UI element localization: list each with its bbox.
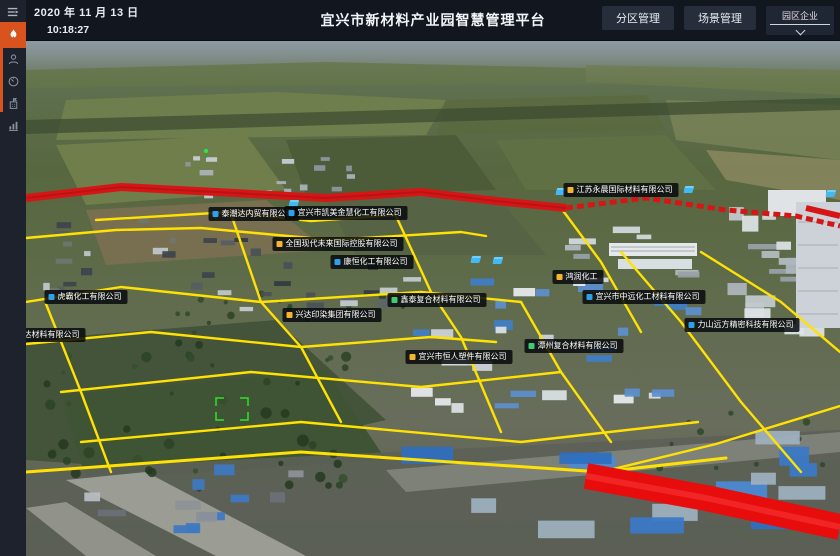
company-label-text: 虎霸化工有限公司 xyxy=(58,293,122,301)
vehicle-marker-icon[interactable] xyxy=(825,192,835,197)
company-label[interactable]: 江苏永晨国际材料有限公司 xyxy=(564,183,679,197)
hamburger-menu-icon xyxy=(6,6,20,18)
company-label-text: 潭州复合材料有限公司 xyxy=(538,342,618,350)
vehicle-marker-icon[interactable] xyxy=(470,258,480,263)
datetime-block: 2020 年 11 月 13 日 10:18:27 xyxy=(34,4,139,36)
gauge-icon xyxy=(7,75,20,88)
company-label-text: 鸿润化工 xyxy=(566,273,598,281)
company-pin-icon xyxy=(689,322,695,328)
company-label[interactable]: 虎霸化工有限公司 xyxy=(45,290,128,304)
company-pin-icon xyxy=(392,297,398,303)
company-label[interactable]: 潭州复合材料有限公司 xyxy=(525,339,624,353)
company-pin-icon xyxy=(587,294,593,300)
company-label-text: 宜兴市中远化工材料有限公司 xyxy=(596,293,700,301)
company-label[interactable]: 市凯顺达材料有限公司 xyxy=(26,328,86,342)
company-label[interactable]: 兴达印染集团有限公司 xyxy=(283,308,382,322)
company-label-text: 兴达印染集团有限公司 xyxy=(296,311,376,319)
sidebar-item-user[interactable] xyxy=(0,48,26,70)
company-label[interactable]: 全国现代未来国际控股有限公司 xyxy=(273,237,404,251)
company-pin-icon xyxy=(529,343,535,349)
sidebar-item-statistics[interactable] xyxy=(0,114,26,136)
vehicle-marker-icon[interactable] xyxy=(683,188,693,193)
company-pin-icon xyxy=(277,241,283,247)
current-time: 10:18:27 xyxy=(47,24,139,36)
company-label-text: 宜兴市凯美金慧化工有限公司 xyxy=(298,209,402,217)
zone-management-button[interactable]: 分区管理 xyxy=(602,6,674,30)
company-label[interactable]: 鑫泰复合材料有限公司 xyxy=(388,293,487,307)
company-label-text: 江苏永晨国际材料有限公司 xyxy=(577,186,673,194)
company-label[interactable]: 鸿润化工 xyxy=(553,270,604,284)
map-3d-viewport[interactable]: 泰潮达内贸有限公司 宜兴市凯美金慧化工有限公司 全国现代未来国际控股有限公司 康… xyxy=(26,40,840,556)
company-label-text: 康恒化工有限公司 xyxy=(344,258,408,266)
sidebar-item-fire-alarm[interactable] xyxy=(0,22,26,48)
sidebar-item-enterprise[interactable] xyxy=(0,92,26,114)
sidebar-item-monitor[interactable] xyxy=(0,70,26,92)
company-label-text: 泰潮达内贸有限公司 xyxy=(222,210,294,218)
company-label[interactable]: 康恒化工有限公司 xyxy=(331,255,414,269)
bar-chart-icon xyxy=(7,119,20,132)
topbar-actions: 分区管理 场景管理 园区企业 xyxy=(602,6,834,35)
company-pin-icon xyxy=(335,259,341,265)
company-pin-icon xyxy=(410,354,416,360)
company-pin-icon xyxy=(289,210,295,216)
company-pin-icon xyxy=(213,211,219,217)
enterprise-building-icon xyxy=(7,97,20,110)
company-label[interactable]: 宜兴市中远化工材料有限公司 xyxy=(583,290,706,304)
sidebar xyxy=(0,0,26,556)
company-label-text: 全国现代未来国际控股有限公司 xyxy=(286,240,398,248)
company-label-text: 力山远方精密科技有限公司 xyxy=(698,321,794,329)
park-enterprises-dropdown-label: 园区企业 xyxy=(770,9,830,25)
sidebar-item-menu[interactable] xyxy=(0,2,26,22)
company-label[interactable]: 宜兴市凯美金慧化工有限公司 xyxy=(285,206,408,220)
smart-park-platform: 2020 年 11 月 13 日 10:18:27 宜兴市新材料产业园智慧管理平… xyxy=(0,0,840,556)
company-pin-icon xyxy=(49,294,55,300)
company-label-text: 宜兴市恒人塑件有限公司 xyxy=(419,353,507,361)
park-enterprises-dropdown[interactable]: 园区企业 xyxy=(766,6,834,35)
vehicle-marker-icon[interactable] xyxy=(492,259,502,264)
flame-icon xyxy=(7,28,20,42)
chevron-down-icon xyxy=(795,26,805,36)
company-pin-icon xyxy=(557,274,563,280)
company-label[interactable]: 宜兴市恒人塑件有限公司 xyxy=(406,350,513,364)
company-pin-icon xyxy=(568,187,574,193)
scene-management-button[interactable]: 场景管理 xyxy=(684,6,756,30)
topbar: 2020 年 11 月 13 日 10:18:27 宜兴市新材料产业园智慧管理平… xyxy=(26,0,840,41)
company-label-text: 市凯顺达材料有限公司 xyxy=(26,331,80,339)
company-pin-icon xyxy=(287,312,293,318)
user-icon xyxy=(7,53,20,66)
sidebar-accent-strip xyxy=(0,48,3,112)
company-label-text: 鑫泰复合材料有限公司 xyxy=(401,296,481,304)
current-date: 2020 年 11 月 13 日 xyxy=(34,4,139,20)
company-label[interactable]: 力山远方精密科技有限公司 xyxy=(685,318,800,332)
